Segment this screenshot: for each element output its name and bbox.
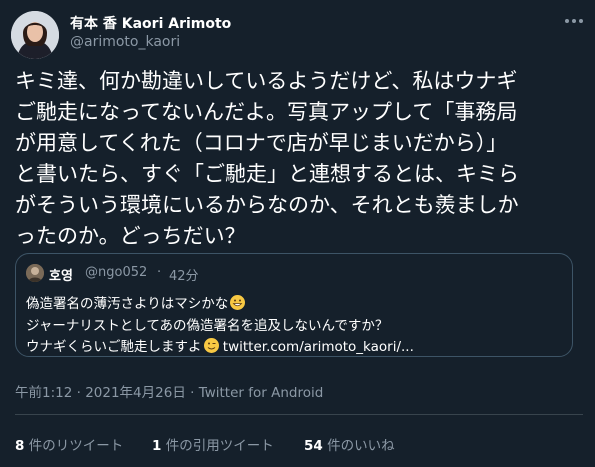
quoted-avatar-photo: [26, 264, 44, 282]
tweet-text-line: キミ達、何か勘違いしているようだけど、私はウナギ: [15, 69, 518, 93]
tweet-text-line: がそういう環境にいるからなのか、それとも羨ましか: [15, 193, 519, 217]
quoted-separator: ·: [157, 265, 162, 280]
quoted-text-line-2: ジャーナリストとしてあの偽造署名を追及しないんですか？: [26, 318, 389, 334]
more-options-button[interactable]: [563, 12, 585, 30]
quoted-text: ウナギくらいご馳走しますよ: [26, 339, 202, 355]
quoted-author-avatar: [26, 264, 44, 282]
quoted-author-name: 호영: [49, 269, 73, 284]
author-handle[interactable]: @arimoto_kaori: [70, 34, 180, 50]
more-dots-icon: [565, 19, 583, 23]
winking-face-icon: [203, 338, 219, 353]
retweets-stat[interactable]: 8 件のリツイート: [15, 434, 123, 454]
avatar-photo: [11, 11, 59, 59]
quoted-tweet-card[interactable]: 호영 @ngo052 · 42分 偽造署名の薄汚さよりはマシかな ジャーナリスト…: [15, 253, 573, 357]
tweet-text-line: ご馳走になってないんだよ。写真アップして「事務局: [15, 100, 518, 124]
tweet-text: キミ達、何か勘違いしているようだけど、私はウナギ ご馳走になってないんだよ。写真…: [15, 66, 583, 252]
likes-label: 件のいいね: [327, 438, 395, 454]
tweet-meta: 午前1:12 · 2021年4月26日 · Twitter for Androi…: [15, 381, 323, 401]
quoted-author-handle: @ngo052: [85, 265, 148, 280]
retweets-label: 件のリツイート: [28, 438, 124, 454]
author-display-name[interactable]: 有本 香 Kaori Arimoto: [70, 13, 231, 33]
quote-tweets-count: 1: [152, 438, 162, 454]
quoted-text-line-1: 偽造署名の薄汚さよりはマシかな: [26, 292, 246, 312]
divider: [15, 414, 583, 415]
tweet-source[interactable]: Twitter for Android: [199, 385, 324, 401]
grinning-face-icon: [230, 295, 246, 310]
tweet-timestamp[interactable]: 午前1:12 · 2021年4月26日 ·: [15, 385, 199, 401]
likes-count: 54: [304, 438, 323, 454]
quote-tweets-stat[interactable]: 1 件の引用ツイート: [152, 434, 274, 454]
quoted-text-line-3: ウナギくらいご馳走しますよ twitter.com/arimoto_kaori/…: [26, 335, 414, 355]
retweets-count: 8: [15, 438, 25, 454]
tweet-text-line: ったのか。どっちだい？: [15, 224, 246, 248]
tweet-text-line: が用意してくれた（コロナで店が早じまいだから）」: [15, 131, 508, 155]
author-avatar[interactable]: [11, 11, 59, 59]
quoted-timestamp: 42分: [169, 269, 199, 284]
quoted-link: twitter.com/arimoto_kaori/...: [222, 339, 414, 355]
likes-stat[interactable]: 54 件のいいね: [304, 434, 395, 454]
quoted-text: 偽造署名の薄汚さよりはマシかな: [26, 296, 229, 312]
tweet-text-line: と書いたら、すぐ「ご馳走」と連想するとは、キミら: [15, 162, 519, 186]
quote-tweets-label: 件の引用ツイート: [165, 438, 274, 454]
